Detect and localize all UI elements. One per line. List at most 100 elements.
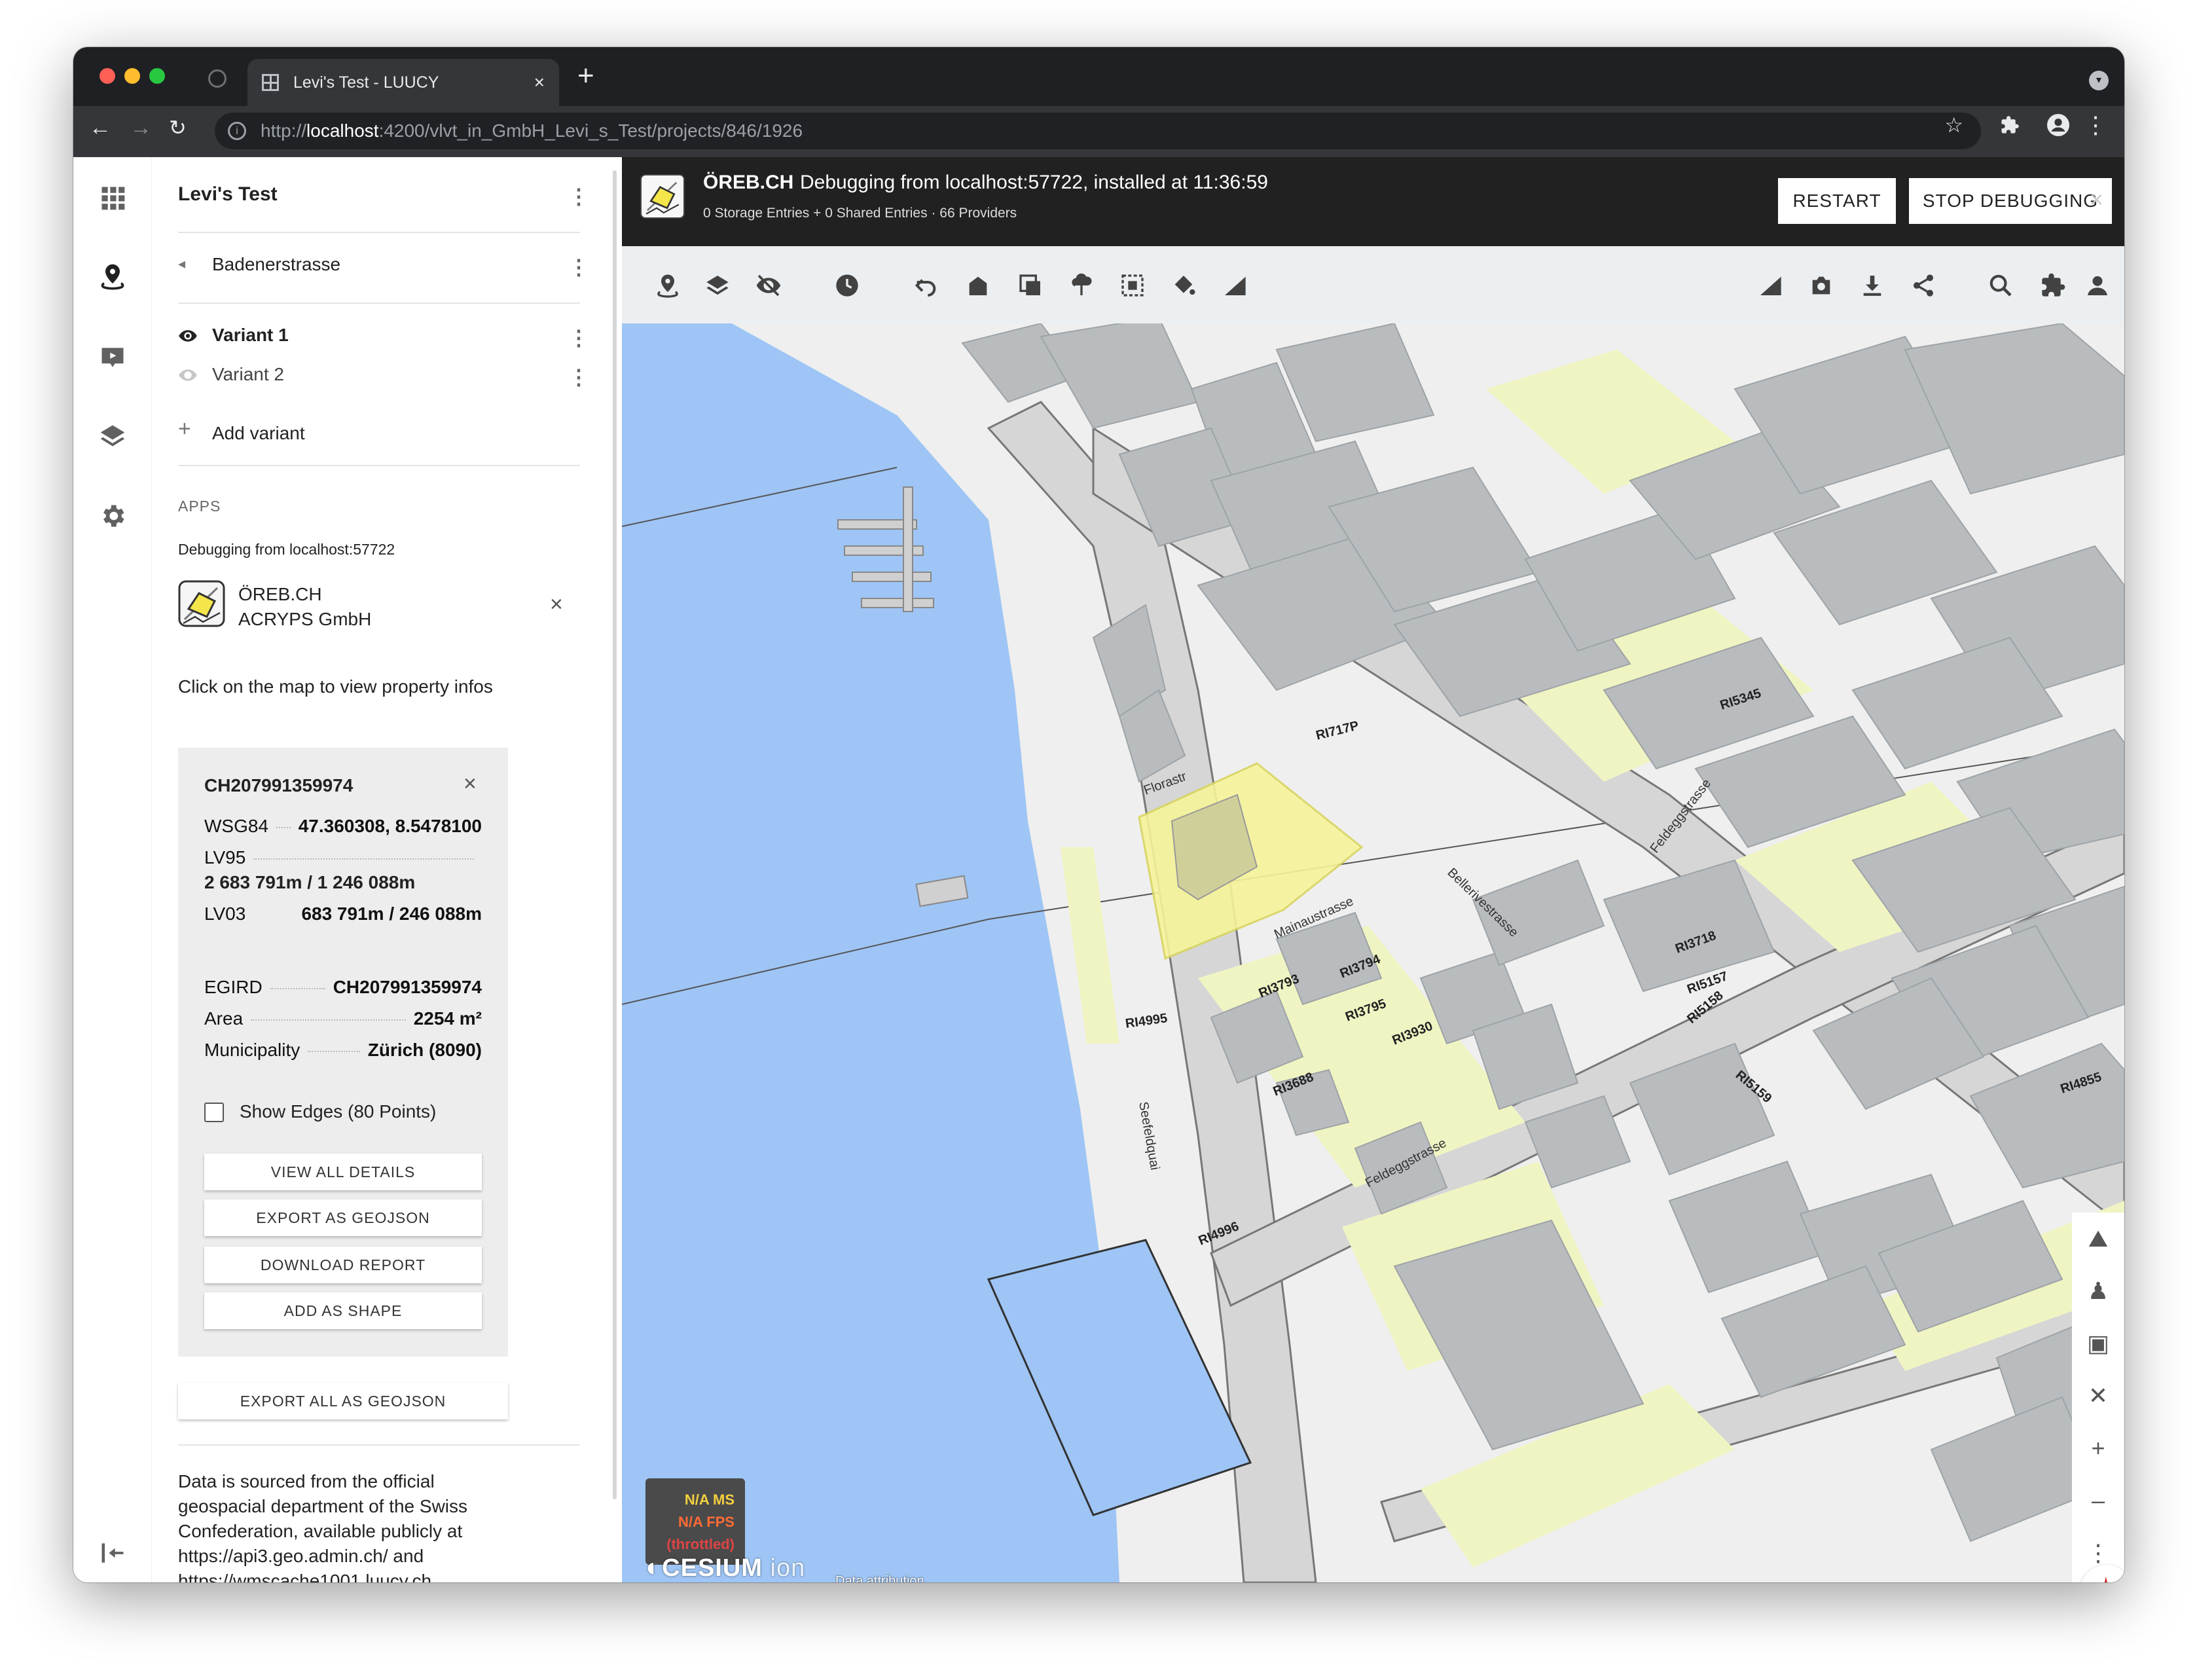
collapse-sidebar-icon[interactable] [98,1539,127,1567]
area-row: Area 2254 m² [204,1008,482,1029]
variant-1-label[interactable]: Variant 1 [212,325,289,346]
close-tab-icon[interactable]: × [534,72,545,93]
side-navigation [73,157,152,1582]
divider [178,1444,580,1446]
forward-icon[interactable]: → [130,115,152,141]
shape-icon[interactable] [1017,272,1044,299]
back-chevron-icon[interactable]: ◂ [178,255,185,272]
extensions-icon[interactable] [2000,115,2020,140]
zoom-out-icon[interactable]: – [2072,1474,2124,1527]
layers-icon[interactable] [98,422,127,450]
share-icon[interactable] [1910,272,1936,299]
lv03-row: LV03 683 791m / 246 088m [204,904,482,924]
slope-icon[interactable] [1222,272,1248,299]
zoom-in-icon[interactable]: + [2072,1422,2124,1474]
remove-app-icon[interactable]: × [550,592,563,617]
browser-menu-icon[interactable]: ⋮ [2084,111,2107,139]
terrain-view-icon[interactable]: ⛰ [2072,1213,2124,1265]
add-as-shape-button[interactable]: ADD AS SHAPE [204,1292,482,1329]
map-canvas[interactable]: Seefeldquai Mainaustrasse Bellerivestras… [622,323,2124,1582]
tab-title: Levi's Test - LUUCY [293,73,439,92]
visibility-off-icon[interactable] [178,368,198,382]
camera-view-icon[interactable]: ▣ [2072,1317,2124,1370]
storage-status: 0 Storage Entries + 0 Shared Entries · 6… [703,206,1017,221]
browser-tab[interactable]: Levi's Test - LUUCY × [247,59,559,106]
location-pin-icon[interactable] [98,262,127,291]
address-bar: ← → ↻ i http://localhost:4200/vlvt_in_Gm… [73,106,2124,157]
add-variant-button[interactable]: Add variant [212,423,305,444]
close-debug-icon[interactable]: × [2090,186,2103,213]
project-panel: Levi's Test ⋮ ◂ Badenerstrasse ⋮ Variant… [152,157,622,1582]
app-name: ÖREB.CH [703,172,794,193]
layers-icon[interactable] [704,272,731,299]
site-info-icon[interactable]: i [228,122,246,140]
profile-icon[interactable] [2047,114,2069,141]
download-icon[interactable] [1859,272,1885,299]
new-tab-button[interactable]: + [577,62,594,90]
show-edges-checkbox[interactable] [204,1103,224,1122]
project-menu-icon[interactable]: ⋮ [568,186,589,207]
select-icon[interactable] [1119,272,1146,299]
undo-icon[interactable] [913,272,939,299]
settings-icon[interactable] [98,502,127,530]
paint-icon[interactable] [1171,272,1197,299]
app-name: ÖREB.CH [238,584,322,604]
apps-grid-icon[interactable] [98,183,127,212]
variant-2-label[interactable]: Variant 2 [212,364,284,385]
zoom-window-button[interactable] [149,68,165,84]
scenario-name[interactable]: Badenerstrasse [212,254,340,275]
visibility-off-icon[interactable] [755,272,782,299]
clock-icon[interactable] [834,272,860,299]
view-all-details-button[interactable]: VIEW ALL DETAILS [204,1154,482,1190]
municipality-row: Municipality Zürich (8090) [204,1040,482,1060]
restart-button[interactable]: RESTART [1778,178,1896,224]
download-report-button[interactable]: DOWNLOAD REPORT [204,1247,482,1283]
minimize-window-button[interactable] [124,68,140,84]
cesium-ion-logo[interactable]: ◐CESIUM ion [645,1553,805,1582]
parcel-id: CH207991359974 [204,775,354,795]
reload-icon[interactable]: ↻ [169,115,187,140]
search-icon[interactable] [1988,272,2014,299]
map-3d-viewer[interactable]: Seefeldquai Mainaustrasse Bellerivestras… [622,323,2124,1582]
add-icon[interactable]: + [178,418,191,440]
back-icon[interactable]: ← [89,115,111,141]
location-icon[interactable] [655,272,681,299]
variant-1-menu-icon[interactable]: ⋮ [568,327,589,348]
tab-search-icon[interactable]: ▾ [2089,71,2109,90]
compass-icon[interactable] [2080,1565,2124,1582]
show-edges-label: Show Edges (80 Points) [240,1101,437,1122]
data-attribution-link[interactable]: Data attribution [835,1574,924,1582]
lv95-value: 2 683 791m / 1 246 088m [204,872,416,892]
egrid-row: EGIRD CH207991359974 [204,977,482,997]
panel-scrollbar[interactable] [613,170,617,1499]
apps-heading: APPS [178,498,221,515]
scenario-menu-icon[interactable]: ⋮ [568,257,589,278]
terrain-icon[interactable] [1757,272,1783,299]
globe-icon[interactable] [208,69,227,88]
close-window-button[interactable] [100,68,115,84]
account-icon[interactable] [2084,272,2111,299]
parcel-details-card: CH207991359974 × WSG84 47.360308, 8.54781… [178,748,508,1357]
map-view-controls: ⛰ ♟ ▣ ✕ + – ⋮ [2072,1213,2124,1582]
export-geojson-button[interactable]: EXPORT AS GEOJSON [204,1199,482,1236]
tree-icon[interactable] [1068,272,1095,299]
map-toolbar [622,246,2124,323]
presentation-icon[interactable] [98,343,127,372]
map-instructions: Click on the map to view property infos [178,676,493,697]
tab-bar: Levi's Test - LUUCY × + ▾ [73,47,2124,106]
bookmark-star-icon[interactable]: ☆ [1944,113,1963,137]
camera-icon[interactable] [1808,272,1834,299]
export-all-geojson-button[interactable]: EXPORT ALL AS GEOJSON [178,1383,508,1419]
url-input[interactable]: i http://localhost:4200/vlvt_in_GmbH_Lev… [215,113,1981,149]
close-parcel-icon[interactable]: × [463,771,477,797]
exit-fullscreen-icon[interactable]: ✕ [2072,1370,2124,1422]
building-icon[interactable] [965,272,991,299]
oereb-app-logo [178,580,225,627]
data-source-note: Data is sourced from the official geospa… [178,1471,468,1582]
variant-2-menu-icon[interactable]: ⋮ [568,367,589,388]
puzzle-icon[interactable] [2040,272,2066,299]
stop-debugging-button[interactable]: STOP DEBUGGING [1909,178,2112,224]
pedestrian-view-icon[interactable]: ♟ [2072,1265,2124,1317]
divider [178,232,580,233]
visibility-on-icon[interactable] [178,329,198,343]
